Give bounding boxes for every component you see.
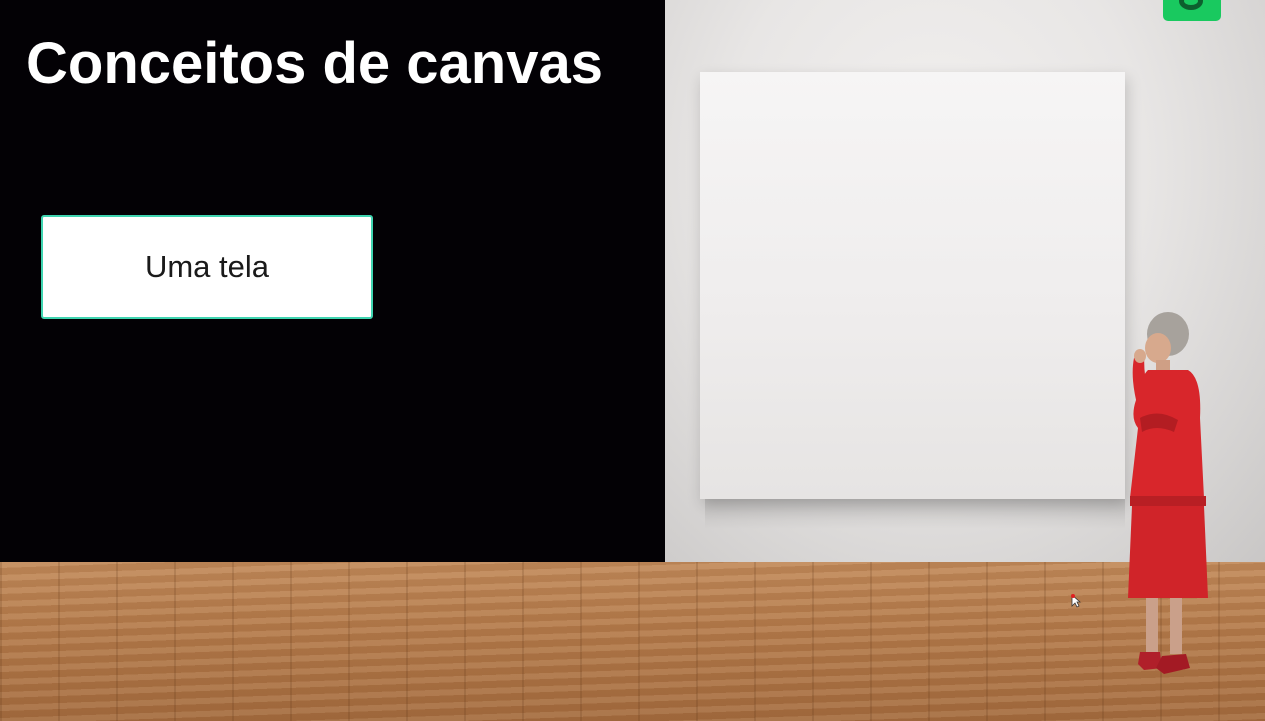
wooden-floor — [0, 562, 1265, 721]
concept-box: Uma tela — [41, 215, 373, 319]
blank-canvas — [700, 72, 1125, 499]
slide-title: Conceitos de canvas — [26, 31, 603, 96]
video-frame: Conceitos de canvas Uma tela — [0, 0, 1265, 721]
concept-box-label: Uma tela — [144, 249, 270, 284]
canvas-shadow — [705, 499, 1125, 529]
mouse-cursor-icon — [1071, 594, 1081, 608]
woman-figure — [1128, 312, 1208, 674]
